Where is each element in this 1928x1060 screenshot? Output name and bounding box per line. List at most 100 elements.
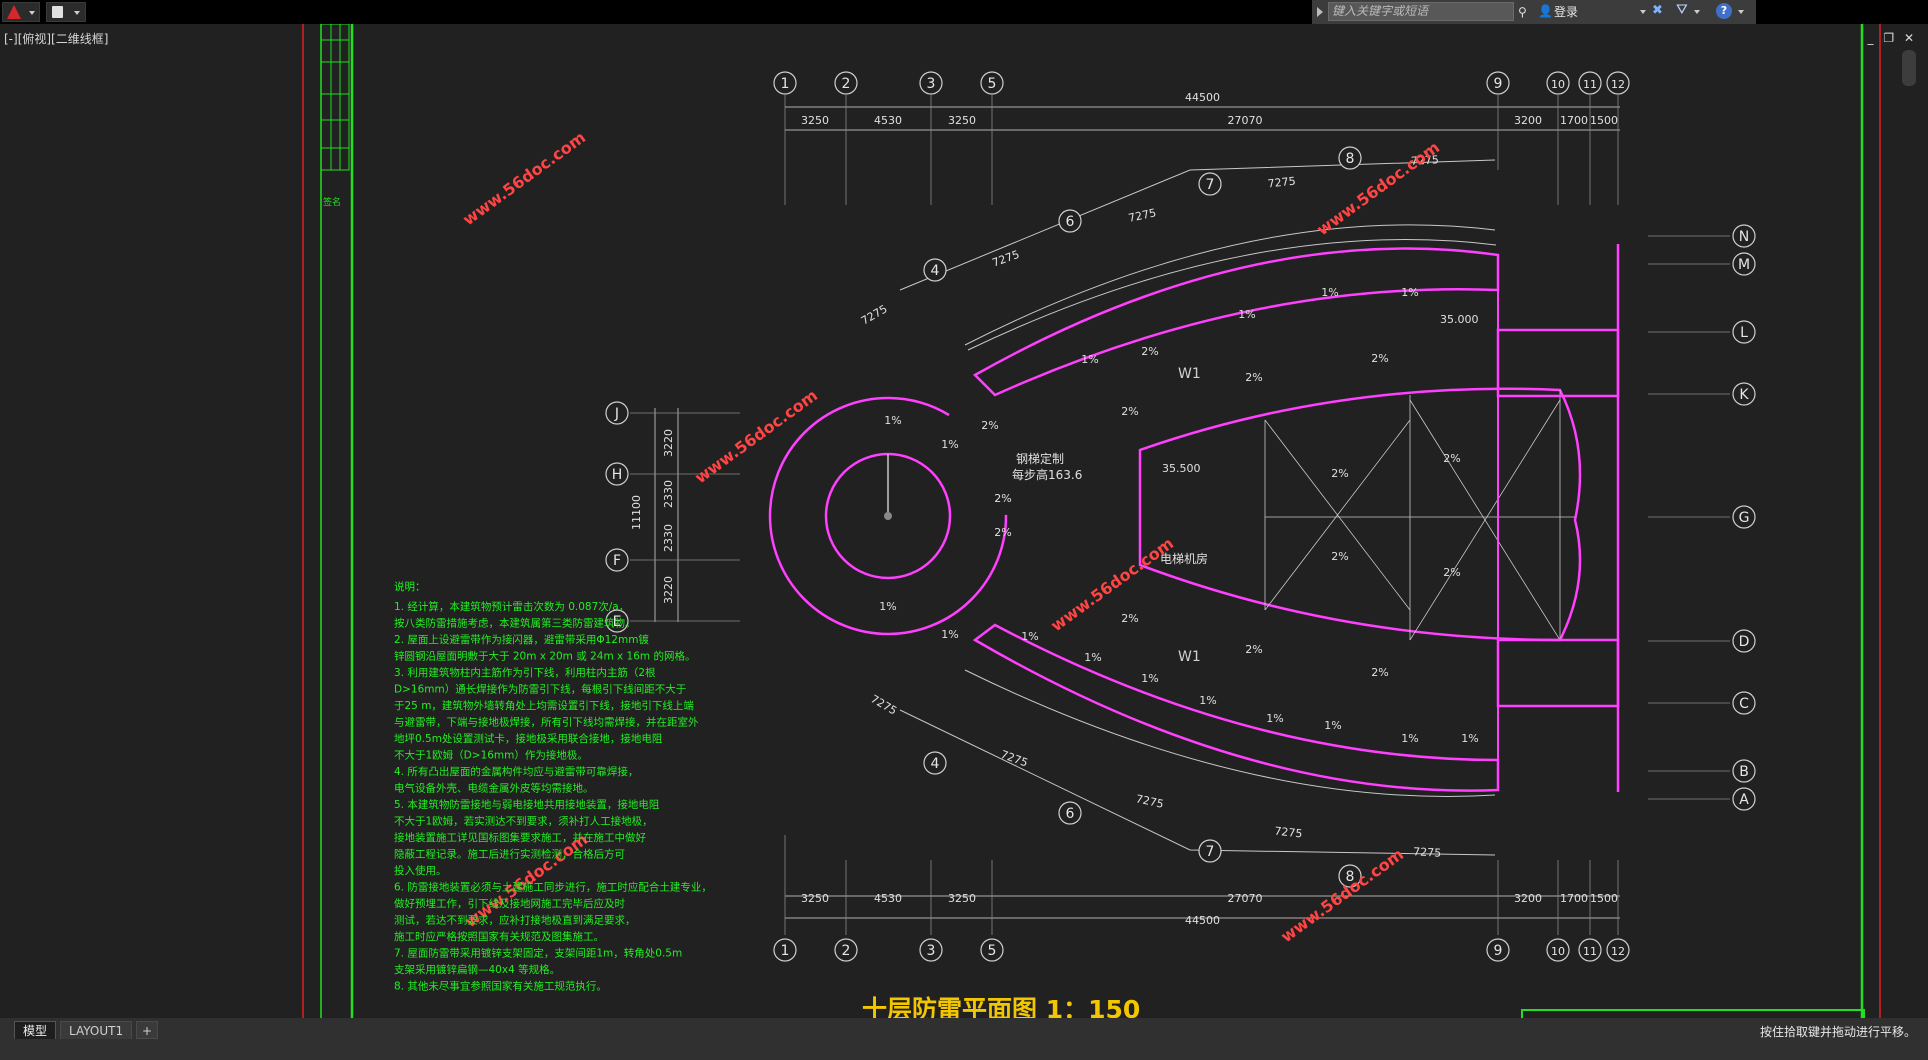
slope-label: 1% <box>1401 732 1418 745</box>
dimension-text-bottom: 3250 <box>948 892 976 905</box>
svg-text:签名: 签名 <box>323 196 341 208</box>
axis-bubble-radial-label: 6 <box>1066 806 1075 822</box>
svg-text:www.56doc.com: www.56doc.com <box>1277 845 1407 947</box>
axis-bubble-bottom-label: 10 <box>1551 945 1565 958</box>
axis-bubble-right-label: L <box>1740 325 1748 341</box>
dimension-text-bottom: 3200 <box>1514 892 1542 905</box>
tab-model[interactable]: 模型 <box>14 1021 57 1039</box>
axis-bubble-top-label: 3 <box>927 76 936 92</box>
axis-bubble-left-label: J <box>614 406 619 422</box>
arc-dimension-text: 7275 <box>1274 825 1303 841</box>
slope-label: 2% <box>1371 666 1388 679</box>
exchange-apps-icon[interactable]: ✖ <box>1652 3 1666 19</box>
arc-dimension-text: 7275 <box>1127 206 1157 225</box>
axis-bubble-left-label: F <box>613 553 621 569</box>
search-input[interactable]: 键入关键字或短语 <box>1328 2 1514 21</box>
axis-bubble-right-label: M <box>1738 257 1750 273</box>
dimension-text-left: 2330 <box>662 524 675 552</box>
note-line: 接地装置施工详见国标图集要求施工，并在施工中做好 <box>394 831 646 844</box>
arc-dimension-text: 7275 <box>1135 792 1165 811</box>
note-line: 地坪0.5m处设置测试卡，接地极采用联合接地，接地电阻 <box>394 732 663 745</box>
slope-label: 2% <box>1121 612 1138 625</box>
login-button[interactable]: 登录 <box>1554 3 1578 20</box>
axis-bubble-right-label: D <box>1739 634 1750 650</box>
slope-label: 1% <box>1021 630 1038 643</box>
dimension-text-bottom: 3250 <box>801 892 829 905</box>
axis-bubble-right-label: G <box>1739 510 1750 526</box>
slope-label: 1% <box>1461 732 1478 745</box>
axis-bubble-bottom-label: 1 <box>781 943 790 959</box>
note-line: 按八类防雷措施考虑，本建筑属第三类防雷建筑物。 <box>394 617 636 630</box>
add-layout-button[interactable]: + <box>136 1021 158 1039</box>
axis-bubble-bottom-label: 5 <box>988 943 997 959</box>
slope-label: 2% <box>1331 550 1348 563</box>
dimension-text-bottom: 4530 <box>874 892 902 905</box>
note-line: 施工时应严格按照国家有关规范及图集施工。 <box>394 930 604 943</box>
autocad-logo-icon <box>7 5 21 19</box>
dimension-text-top: 3250 <box>801 114 829 127</box>
tab-layout1[interactable]: LAYOUT1 <box>60 1021 133 1039</box>
slope-label: 1% <box>1401 286 1418 299</box>
slope-label: 1% <box>941 628 958 641</box>
roof-label: W1 <box>1178 649 1201 665</box>
slope-label: 1% <box>879 600 896 613</box>
status-message: 按住拾取键并拖动进行平移。 <box>1759 1025 1916 1039</box>
axis-bubble-radial-label: 8 <box>1346 151 1355 167</box>
dimension-text-top: 3250 <box>948 114 976 127</box>
note-line: 4. 所有凸出屋面的金属构件均应与避雷带可靠焊接， <box>394 765 638 778</box>
chevron-down-icon[interactable] <box>1738 10 1744 14</box>
note-line: 支架采用镀锌扁钢—40x4 等规格。 <box>394 963 560 976</box>
slope-label: 2% <box>981 419 998 432</box>
slope-label: 1% <box>884 414 901 427</box>
expand-arrow-icon[interactable] <box>1317 7 1323 17</box>
document-icon <box>52 6 63 18</box>
dimension-text-bottom: 1500 <box>1590 892 1618 905</box>
slope-label: 2% <box>1245 643 1262 656</box>
total-dim-top: 44500 <box>1185 91 1220 104</box>
chevron-down-icon <box>29 11 35 15</box>
axis-bubble-left-label: H <box>612 467 623 483</box>
slope-label: 2% <box>1245 371 1262 384</box>
note-line: 投入使用。 <box>394 864 447 877</box>
autodesk-a360-icon[interactable]: ⛛ <box>1676 2 1688 18</box>
axis-bubble-bottom-label: 11 <box>1583 945 1597 958</box>
dimension-text-bottom: 1700 <box>1560 892 1588 905</box>
note-line: 不大于1欧姆，若实测达不到要求，须补打人工接地极， <box>394 815 653 828</box>
arc-dimension-text: 7275 <box>1267 175 1296 191</box>
help-icon[interactable]: ? <box>1716 3 1732 19</box>
note-line: 与避雷带，下端与接地极焊接，所有引下线均需焊接，并在距室外 <box>394 716 699 729</box>
slope-label: 2% <box>1141 345 1158 358</box>
arc-dimension-text: 7275 <box>859 302 890 327</box>
note-line: D>16mm）通长焊接作为防雷引下线，每根引下线间距不大于 <box>394 683 686 696</box>
quick-access-toolbar-button[interactable] <box>46 2 86 22</box>
axis-bubble-radial-label: 6 <box>1066 214 1075 230</box>
axis-bubble-bottom-label: 12 <box>1611 945 1625 958</box>
note-line: 5. 本建筑物防雷接地与弱电接地共用接地装置，接地电阻 <box>394 798 660 811</box>
slope-label: 1% <box>941 438 958 451</box>
chevron-down-icon <box>74 11 80 15</box>
slope-label: 1% <box>1141 672 1158 685</box>
chevron-down-icon[interactable] <box>1640 10 1646 14</box>
arc-dimension-text: 7275 <box>999 748 1030 770</box>
note-line: 隐蔽工程记录。施工后进行实测检测，合格后方可 <box>394 848 625 861</box>
slope-label: 1% <box>1084 651 1101 664</box>
chevron-down-icon[interactable] <box>1694 10 1700 14</box>
dimension-text-bottom: 27070 <box>1228 892 1263 905</box>
note-line: 7. 屋面防雷带采用镀锌支架固定，支架间距1m，转角处0.5m <box>394 947 682 960</box>
slope-label: 2% <box>1371 352 1388 365</box>
dimension-text-top: 27070 <box>1228 114 1263 127</box>
note-line: 不大于1欧姆（D>16mm）作为接地极。 <box>394 749 588 762</box>
elevation-label: 35.500 <box>1162 462 1201 475</box>
axis-bubble-radial-label: 4 <box>931 756 940 772</box>
dimension-text-top: 1700 <box>1560 114 1588 127</box>
axis-bubble-top-label: 11 <box>1583 78 1597 91</box>
application-menu-button[interactable] <box>2 2 40 22</box>
slope-label: 2% <box>1443 566 1460 579</box>
floor-plan <box>630 95 1730 935</box>
slope-label: 1% <box>1081 353 1098 366</box>
axis-bubble-radial-label: 7 <box>1206 177 1215 193</box>
binoculars-icon[interactable]: ⚲ <box>1518 5 1527 19</box>
drawing-canvas[interactable]: 签名 1122335599101011111212JHFENMLKGDCBA46… <box>0 24 1928 1018</box>
axis-bubble-right-label: C <box>1739 696 1749 712</box>
dimension-text-top: 1500 <box>1590 114 1618 127</box>
